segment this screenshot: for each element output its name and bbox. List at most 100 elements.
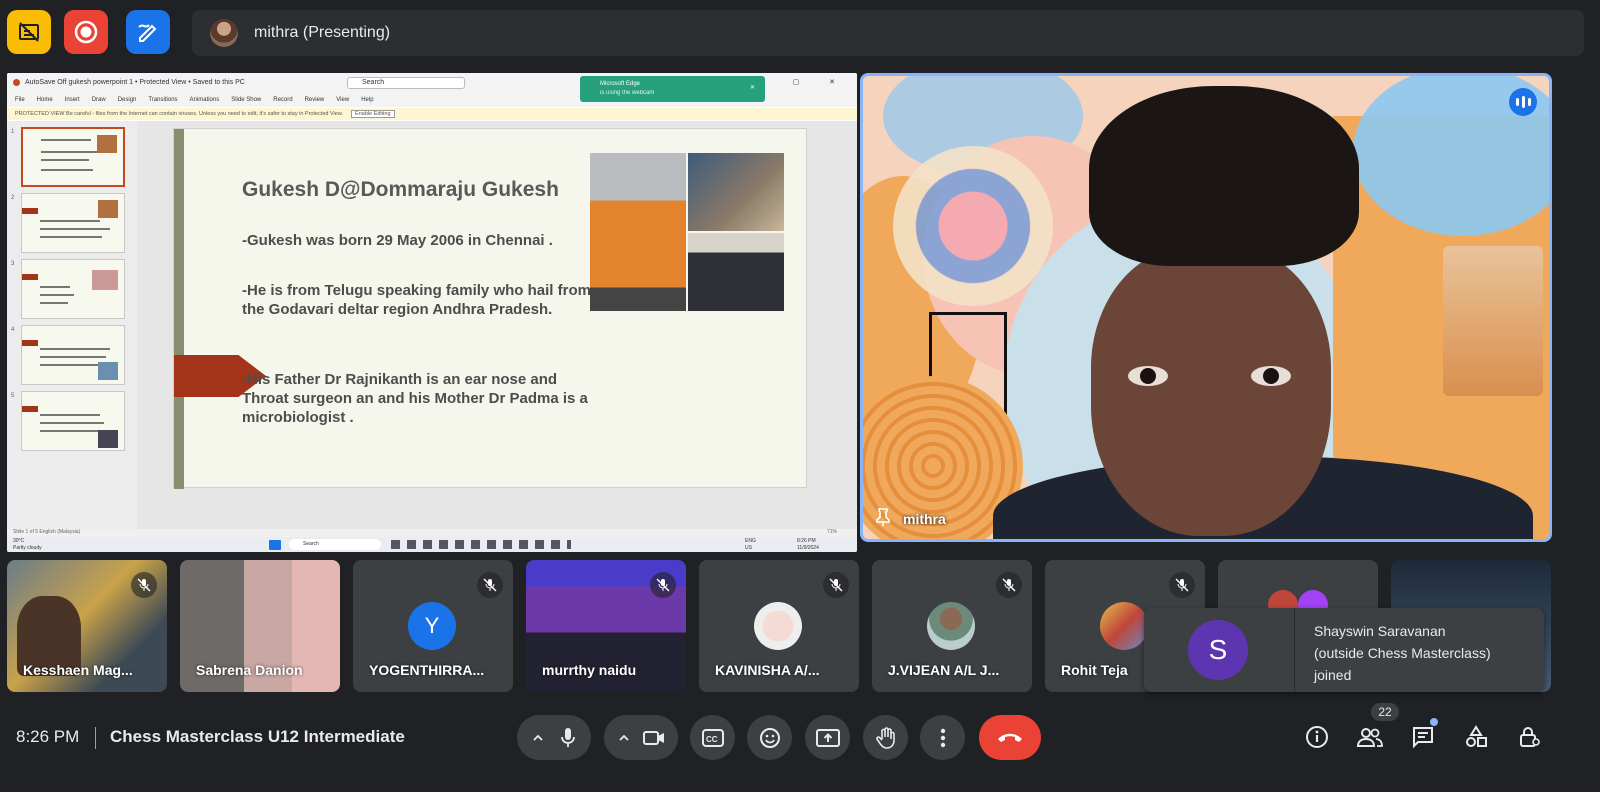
record-icon — [74, 20, 98, 44]
chat-unread-dot — [1430, 718, 1438, 726]
ppt-menu-item[interactable]: Record — [273, 97, 292, 103]
participant-tile[interactable]: murrthy naidu — [526, 560, 686, 692]
slide-paragraph-3: -His Father Dr Rajnikanth is an ear nose… — [242, 371, 588, 426]
webcam-notification[interactable]: Microsoft Edge is using the webcam ✕ — [580, 76, 765, 102]
taskbar-time: 8:26 PM — [797, 538, 816, 544]
reactions-button[interactable] — [747, 715, 792, 760]
pin-icon[interactable] — [873, 507, 893, 527]
slide-left-strip — [174, 129, 184, 489]
captions-button[interactable]: CC — [690, 715, 735, 760]
taskbar-app-icons[interactable] — [391, 540, 571, 549]
raise-hand-button[interactable] — [863, 715, 908, 760]
activities-button[interactable] — [1461, 722, 1491, 752]
chevron-up-icon[interactable] — [617, 731, 631, 745]
slide-paragraph-2: -He is from Telugu speaking family who h… — [242, 282, 591, 318]
slide-thumbnail-1[interactable] — [21, 127, 125, 187]
protected-view-text: PROTECTED VIEW Be careful - files from t… — [15, 111, 344, 117]
participant-name: KAVINISHA A/... — [715, 662, 820, 678]
enable-editing-button[interactable]: Enable Editing — [351, 110, 395, 118]
participant-tile[interactable]: Sabrena Danion — [180, 560, 340, 692]
windows-start-icon[interactable] — [269, 540, 281, 550]
slide-photo-collage — [590, 153, 784, 311]
ppt-menu-item[interactable]: View — [336, 97, 349, 103]
ppt-zoom-level: 71% — [826, 529, 837, 535]
ppt-menu-item[interactable]: Transitions — [148, 97, 177, 103]
participant-name: murrthy naidu — [542, 662, 637, 678]
current-slide[interactable]: Gukesh D@Dommaraju Gukesh -Gukesh was bo… — [173, 128, 807, 489]
weather-desc: Partly cloudy — [13, 545, 42, 551]
ppt-menu-item[interactable]: File — [15, 97, 25, 103]
hide-self-view-button[interactable] — [7, 10, 51, 54]
thumb-number: 3 — [11, 261, 15, 267]
microphone-icon[interactable] — [559, 727, 577, 749]
notification-subtitle: is using the webcam — [600, 90, 655, 96]
more-vert-icon — [940, 728, 945, 747]
participant-name: YOGENTHIRRA... — [369, 662, 485, 678]
slide-thumbnail-5[interactable] — [21, 391, 125, 451]
record-button[interactable] — [64, 10, 108, 54]
presenter-video-tile[interactable]: mithra — [860, 73, 1552, 542]
participant-tile[interactable]: Kesshaen Mag... — [7, 560, 167, 692]
participant-tile[interactable]: Y YOGENTHIRRA... — [353, 560, 513, 692]
ppt-menu-item[interactable]: Draw — [92, 97, 106, 103]
chat-icon — [1413, 727, 1433, 749]
notification-close-icon[interactable]: ✕ — [750, 84, 755, 91]
participant-name: Kesshaen Mag... — [23, 662, 133, 678]
slide-thumbnail-2[interactable] — [21, 193, 125, 253]
ppt-search-box[interactable]: Search — [347, 77, 465, 89]
mic-off-icon — [996, 572, 1022, 598]
ppt-menu-item[interactable]: Help — [361, 97, 373, 103]
meeting-details-button[interactable] — [1302, 722, 1332, 752]
ppt-menu-item[interactable]: Animations — [190, 97, 220, 103]
flower-arrangement — [893, 146, 1053, 306]
slide-title: Gukesh D@Dommaraju Gukesh — [242, 178, 559, 201]
bottom-separator — [95, 727, 96, 749]
host-controls-button[interactable] — [1514, 722, 1544, 752]
mic-off-icon — [823, 572, 849, 598]
presenter-eye-right — [1251, 366, 1291, 386]
ppt-window-controls[interactable]: – ▢ ✕ — [759, 78, 849, 86]
mic-off-icon — [1169, 572, 1195, 598]
weather-temp: 30°C — [13, 538, 25, 544]
ppt-menu-item[interactable]: Slide Show — [231, 97, 261, 103]
hide-self-view-icon — [19, 22, 39, 42]
mic-control[interactable] — [517, 715, 591, 760]
ppt-menu-item[interactable]: Home — [37, 97, 53, 103]
participant-name: Sabrena Danion — [196, 662, 303, 678]
taskbar-search[interactable]: Search — [289, 539, 381, 550]
chat-button[interactable] — [1408, 718, 1438, 752]
cake — [1443, 246, 1543, 396]
ppt-status-bar: Slide 1 of 5 English (Malaysia) 71% — [7, 529, 857, 537]
presenter-face — [1091, 246, 1331, 536]
slide-thumbnail-4[interactable] — [21, 325, 125, 385]
participant-name: J.VIJEAN A/L J... — [888, 662, 1000, 678]
join-notification[interactable]: S Shayswin Saravanan (outside Chess Mast… — [1144, 608, 1544, 692]
shared-screen[interactable]: AutoSave Off gukesh powerpoint 1 • Prote… — [7, 73, 857, 552]
ppt-menu-item[interactable]: Insert — [65, 97, 80, 103]
whiteboard-icon — [138, 24, 157, 42]
whiteboard-button[interactable] — [126, 10, 170, 54]
thumb-number: 1 — [11, 129, 15, 135]
chevron-up-icon[interactable] — [531, 731, 545, 745]
join-message: Shayswin Saravanan (outside Chess Master… — [1314, 620, 1540, 686]
more-options-button[interactable] — [920, 715, 965, 760]
chess-players-photo — [688, 233, 784, 311]
present-button[interactable] — [805, 715, 850, 760]
thumb-number: 5 — [11, 393, 15, 399]
ppt-doc-title: AutoSave Off gukesh powerpoint 1 • Prote… — [25, 79, 245, 86]
presenting-bar[interactable]: mithra (Presenting) — [192, 10, 1584, 56]
participant-avatar — [1100, 602, 1148, 650]
participant-tile[interactable]: KAVINISHA A/... — [699, 560, 859, 692]
ppt-menu-item[interactable]: Review — [305, 97, 325, 103]
camera-icon[interactable] — [643, 730, 665, 746]
ppt-search-label: Search — [362, 79, 385, 86]
camera-control[interactable] — [604, 715, 678, 760]
people-button[interactable] — [1355, 722, 1385, 752]
participant-tile[interactable]: J.VIJEAN A/L J... — [872, 560, 1032, 692]
hand-icon — [875, 726, 895, 749]
ppt-menu-item[interactable]: Design — [118, 97, 137, 103]
leave-call-button[interactable] — [979, 715, 1041, 760]
participant-avatar — [927, 602, 975, 650]
slide-thumbnail-3[interactable] — [21, 259, 125, 319]
joiner-avatar: S — [1188, 620, 1248, 680]
